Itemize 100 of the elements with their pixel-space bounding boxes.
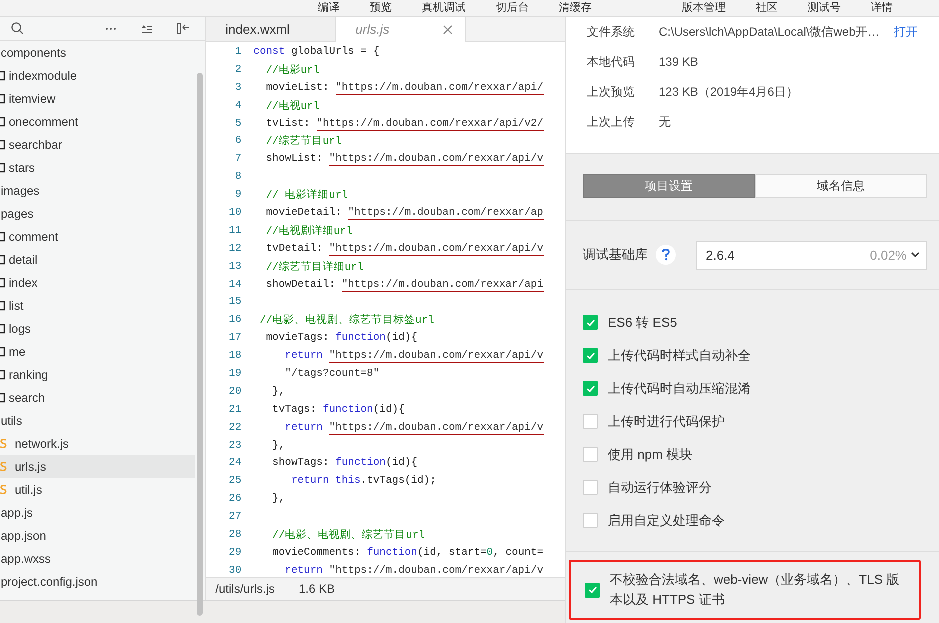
folder-icon [0,94,5,104]
file-tree-item[interactable]: list [0,294,195,317]
code-line: // 电影详细url [265,188,348,202]
segment-tab[interactable]: 项目设置 [583,174,755,198]
file-tree-item[interactable]: indexmodule [0,64,195,87]
library-label: 调试基础库 [583,246,648,264]
checkbox[interactable] [583,414,598,429]
line-number: 22 [228,422,243,434]
code-line: }, [272,493,286,506]
folder-icon [0,392,5,402]
file-tree-item[interactable]: images [0,179,195,202]
close-icon[interactable] [442,24,453,34]
file-tree-item[interactable]: comment [0,225,195,248]
line-number: 28 [228,528,243,541]
library-select[interactable]: 2.6.4 0.02% [696,240,927,270]
line-number: 30 [228,564,243,577]
line-number: 15 [228,296,243,308]
file-tree-item[interactable]: app.json [0,524,195,547]
toolbar-label[interactable]: 预览 [370,0,392,16]
code-line: "/tags?count=8" [284,368,380,380]
checkbox[interactable] [583,315,598,330]
line-number: 10 [228,206,243,219]
file-tree-item[interactable]: onecomment [0,110,195,133]
checkmark-icon [586,350,596,360]
file-tree-item[interactable]: util.js [0,478,195,501]
code-line: return "https://m.douban.com/rexxar/api/v [284,350,544,362]
code-line: //综艺节目url [265,134,342,148]
toolbar-label[interactable]: 清缓存 [559,0,592,16]
code-line: movieList: "https://m.douban.com/rexxar/api/ [265,82,544,94]
file-tree-item[interactable]: stars [0,156,195,179]
toolbar-label[interactable]: 版本管理 [682,0,726,16]
folder-icon [0,370,5,380]
segment-tab[interactable]: 域名信息 [755,174,927,198]
line-number: 13 [228,260,243,273]
line-number: 23 [228,440,243,452]
code-line: tvDetail: "https://m.douban.com/rexxar/api/v [265,242,544,255]
line-number: 21 [228,404,243,416]
line-number: 3 [234,82,243,94]
file-tree-item[interactable]: pages [0,202,195,225]
code-line: showDetail: "https://m.douban.com/rexxar/api [265,278,544,291]
checkbox[interactable] [583,348,598,363]
folder-icon [0,346,5,356]
checkbox[interactable] [585,582,600,598]
line-number: 16 [228,314,243,326]
code-line: //电影、电视剧、综艺节目标签url [258,313,434,328]
file-tree-item[interactable]: search [0,386,195,409]
file-tree-item[interactable]: me [0,340,195,363]
file-tree-item[interactable]: network.js [0,432,195,455]
file-tree-item[interactable]: app.js [0,501,195,524]
info-label: 文件系统 [587,24,636,40]
file-size: 1.6 KB [298,582,336,596]
file-tree-item[interactable]: components [0,41,195,64]
info-value: 无 [659,114,672,130]
line-number: 27 [228,511,243,524]
line-number: 12 [228,242,243,255]
file-tree-item[interactable]: detail [0,248,195,271]
file-tree-item[interactable]: searchbar [0,133,195,156]
toolbar-label[interactable]: 编译 [318,0,340,16]
code-line: return "https://m.douban.com/rexxar/api/v [284,422,544,434]
option-label: 上传时进行代码保护 [608,412,725,430]
line-number: 4 [234,100,243,112]
code-line: return this.tvTags(id); [290,475,436,488]
file-tree-item[interactable]: ranking [0,363,195,386]
file-tree-item[interactable]: utils [0,409,195,432]
option-label: 使用 npm 模块 [608,446,693,464]
line-number: 6 [234,135,243,148]
line-number: 5 [234,118,243,130]
folder-icon [0,254,5,264]
line-number: 25 [228,475,243,488]
toolbar-label[interactable]: 详情 [871,0,893,16]
help-icon[interactable] [656,245,676,266]
file-tree-item[interactable]: project.config.json [0,570,195,593]
code-line: //电影、电视剧、综艺节目url [272,528,426,542]
checkbox[interactable] [583,381,598,396]
checkbox[interactable] [583,480,598,495]
code-line: movieTags: function(id){ [265,332,418,344]
open-link[interactable]: 打开 [894,24,918,40]
toolbar-label[interactable]: 测试号 [808,0,841,16]
toolbar-label[interactable]: 社区 [756,0,778,16]
file-tree-item[interactable]: index [0,271,195,294]
folder-icon [0,116,5,126]
line-number: 11 [228,224,243,237]
js-file-icon [0,438,7,449]
option-label: 不校验合法域名、web-view（业务域名）、TLS 版本以及 HTTPS 证书 [610,571,901,609]
file-tree-item[interactable]: itemview [0,87,195,110]
toolbar-label[interactable]: 真机调试 [422,0,466,16]
code-line: //电视剧详细url [265,224,353,238]
code-line: tvList: "https://m.douban.com/rexxar/api/v2/ [265,118,544,130]
folder-icon [0,324,5,334]
file-tree-item[interactable]: logs [0,317,195,340]
line-number: 18 [228,350,243,362]
file-tree-item[interactable]: urls.js [0,455,195,478]
option-label: ES6 转 ES5 [608,314,678,332]
checkbox[interactable] [583,513,598,528]
file-tree-item[interactable]: app.wxss [0,547,195,570]
scrollbar-thumb[interactable] [196,73,203,616]
checkbox[interactable] [583,447,598,462]
option-label: 上传代码时样式自动补全 [608,346,751,364]
js-file-icon [0,461,7,472]
toolbar-label[interactable]: 切后台 [496,0,529,16]
